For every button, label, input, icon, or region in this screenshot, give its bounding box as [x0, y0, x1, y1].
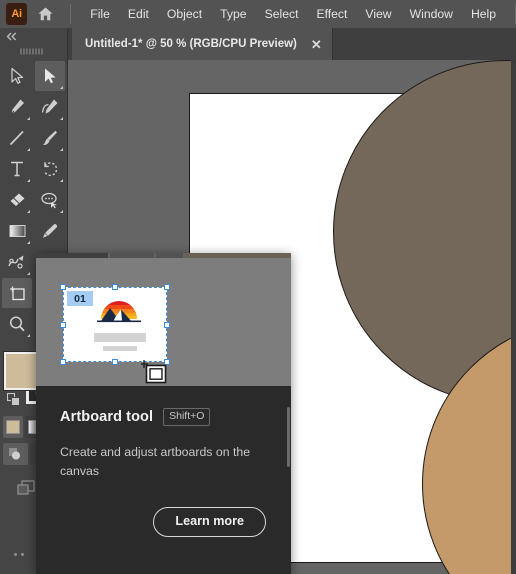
selection-handle[interactable]	[164, 284, 170, 290]
app-logo-ai[interactable]: Ai	[6, 3, 28, 25]
paintbrush-tool[interactable]	[35, 123, 65, 153]
menu-item-edit[interactable]: Edit	[119, 4, 158, 24]
tool-row	[0, 123, 67, 154]
document-tab-title: Untitled-1* @ 50 % (RGB/CPU Preview)	[85, 38, 297, 50]
dot	[14, 553, 17, 556]
more-tools-icon[interactable]	[14, 553, 24, 556]
menu-item-type[interactable]: Type	[211, 4, 255, 24]
rotate-tool[interactable]	[35, 154, 65, 184]
selection-tool[interactable]	[2, 61, 32, 91]
selection-handle[interactable]	[60, 359, 66, 365]
menu-item-effect[interactable]: Effect	[307, 4, 356, 24]
gradient-tool[interactable]	[2, 216, 32, 246]
pen-tool[interactable]	[2, 92, 32, 122]
draw-normal-mode-button[interactable]	[3, 443, 28, 465]
canvas-vertical-scrollbar[interactable]	[511, 60, 516, 574]
document-tab[interactable]: Untitled-1* @ 50 % (RGB/CPU Preview) ✕	[72, 28, 333, 60]
selection-handle[interactable]	[164, 322, 170, 328]
tool-row	[0, 61, 67, 92]
tooltip-preview-topbar	[36, 253, 291, 258]
tool-row	[0, 92, 67, 123]
tool-row	[0, 216, 67, 247]
tool-tooltip-popup: 01 Artboard tool Shift+O Create and adju…	[36, 253, 291, 574]
tool-row	[0, 185, 67, 216]
menu-item-view[interactable]: View	[356, 4, 400, 24]
color-mode-button[interactable]	[3, 416, 23, 438]
flyout-triangle	[60, 86, 63, 89]
menu-item-file[interactable]: File	[81, 4, 119, 24]
selection-handle[interactable]	[60, 284, 66, 290]
tool-row	[0, 154, 67, 185]
flyout-triangle	[60, 117, 63, 120]
menu-item-window[interactable]: Window	[401, 4, 462, 24]
selection-handle[interactable]	[112, 284, 118, 290]
tooltip-body: Artboard tool Shift+O Create and adjust …	[36, 386, 291, 537]
direct-selection-tool[interactable]	[35, 61, 65, 91]
flyout-triangle	[27, 210, 30, 213]
width-tool[interactable]	[2, 247, 32, 277]
illustrator-window: Ai File Edit Object Type Select Effect V…	[0, 0, 516, 574]
menu-divider	[70, 4, 72, 24]
menu-bar: Ai File Edit Object Type Select Effect V…	[0, 0, 516, 28]
learn-more-button[interactable]: Learn more	[153, 507, 266, 537]
swap-fill-stroke-icon[interactable]	[6, 392, 21, 407]
flyout-triangle	[60, 148, 63, 151]
line-segment-tool[interactable]	[2, 123, 32, 153]
double-chevron-left-icon[interactable]	[0, 28, 67, 44]
curvature-tool[interactable]	[35, 92, 65, 122]
flyout-triangle	[27, 148, 30, 151]
menu-items: File Edit Object Type Select Effect View…	[81, 4, 505, 24]
document-tab-bar: Untitled-1* @ 50 % (RGB/CPU Preview) ✕	[0, 28, 516, 60]
tools-panel-drag-grip[interactable]	[0, 44, 67, 58]
color-swatch-icon	[6, 420, 20, 434]
preview-artboard-selection: 01	[60, 284, 170, 384]
flyout-triangle	[27, 334, 30, 337]
flyout-triangle	[27, 179, 30, 182]
tooltip-title-row: Artboard tool Shift+O	[60, 408, 267, 426]
type-tool[interactable]	[2, 154, 32, 184]
flyout-triangle	[27, 117, 30, 120]
flyout-triangle	[27, 241, 30, 244]
home-icon[interactable]	[33, 0, 58, 28]
preview-topbar-seg	[36, 253, 108, 258]
lasso-tool[interactable]	[35, 185, 65, 215]
tooltip-title: Artboard tool	[60, 408, 154, 425]
zoom-tool[interactable]	[2, 309, 32, 339]
tooltip-scroll-indicator[interactable]	[287, 407, 290, 467]
tooltip-preview-media: 01	[36, 253, 291, 386]
tooltip-actions: Learn more	[60, 507, 267, 537]
flyout-triangle	[60, 179, 63, 182]
preview-topbar-seg	[110, 253, 154, 258]
menu-item-select[interactable]: Select	[256, 4, 308, 24]
selection-handle[interactable]	[60, 322, 66, 328]
menu-item-help[interactable]: Help	[462, 4, 505, 24]
eraser-tool[interactable]	[2, 185, 32, 215]
flyout-triangle	[60, 210, 63, 213]
menu-item-object[interactable]: Object	[158, 4, 211, 24]
selection-handle[interactable]	[112, 359, 118, 365]
tooltip-description: Create and adjust artboards on the canva…	[60, 444, 251, 479]
preview-topbar-seg	[156, 253, 183, 258]
artboard-tool[interactable]	[2, 278, 32, 308]
dot	[21, 553, 24, 556]
flyout-triangle	[27, 272, 30, 275]
eyedropper-tool[interactable]	[35, 216, 65, 246]
close-icon[interactable]: ✕	[311, 38, 322, 51]
tooltip-shortcut-badge: Shift+O	[163, 408, 211, 426]
preview-selection-outline	[63, 287, 167, 362]
artboard-cursor-icon	[141, 360, 167, 384]
